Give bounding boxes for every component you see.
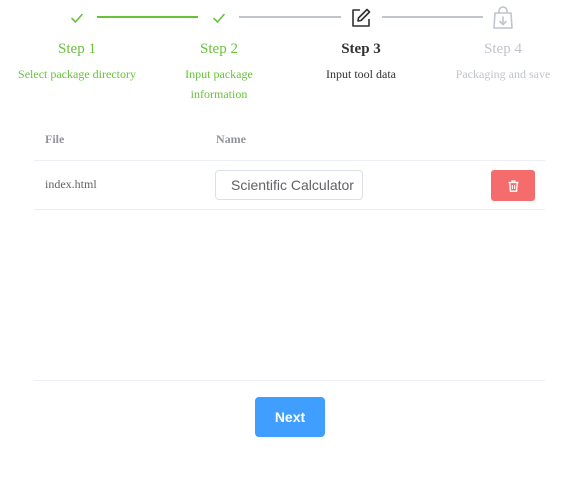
step-connector-1 xyxy=(97,16,198,18)
next-button[interactable]: Next xyxy=(255,397,325,437)
step-description: Select package directory xyxy=(18,67,136,81)
file-cell: index.html xyxy=(45,177,97,191)
table-row: index.html xyxy=(34,161,545,210)
column-header-name: Name xyxy=(216,132,246,146)
step-title: Step 3 xyxy=(341,41,381,57)
step-description: Input tool data xyxy=(326,67,396,81)
step-description: Packaging and save xyxy=(455,67,551,81)
step-title: Step 4 xyxy=(484,41,522,57)
steps-bar: Step 1 Select package directory Step 2 I… xyxy=(0,0,579,110)
step-title: Step 2 xyxy=(200,41,238,57)
step-title: Step 1 xyxy=(58,41,96,57)
name-input[interactable] xyxy=(215,170,363,200)
step-description: Input package information xyxy=(185,67,253,101)
column-header-file: File xyxy=(45,132,65,146)
trash-icon xyxy=(508,179,519,192)
check-icon xyxy=(65,6,89,30)
step-connector-2 xyxy=(239,16,341,18)
table-header: File Name xyxy=(34,118,545,161)
step-connector-3 xyxy=(382,16,483,18)
shopping-bag-icon xyxy=(491,6,515,30)
edit-icon xyxy=(349,6,373,30)
check-icon xyxy=(207,6,231,30)
table-bottom-divider xyxy=(34,380,545,381)
tool-data-table: File Name index.html xyxy=(34,118,545,210)
delete-button[interactable] xyxy=(491,170,535,201)
